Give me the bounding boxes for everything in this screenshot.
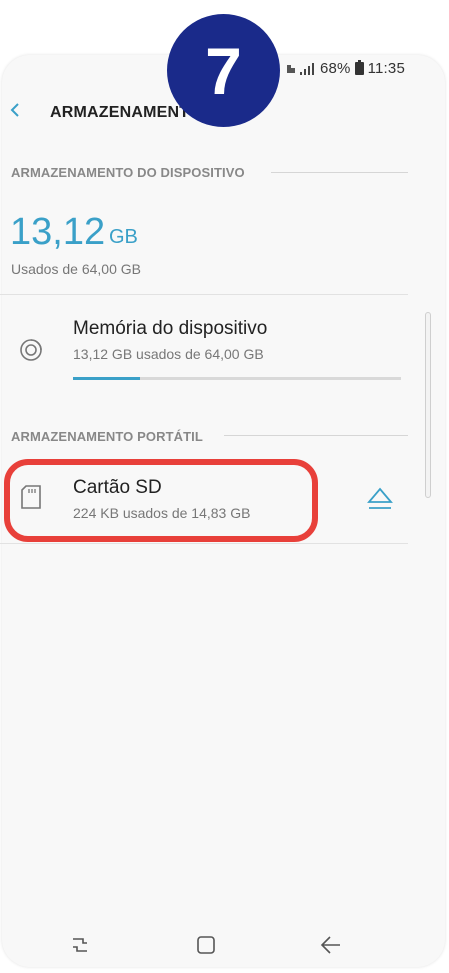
device-memory-progress-fill: [73, 377, 141, 380]
home-icon[interactable]: [196, 935, 216, 955]
status-time: 11:35: [367, 60, 405, 77]
signal-icon: [299, 62, 316, 75]
section-divider: [271, 172, 408, 173]
wifi-call-icon: [286, 64, 295, 73]
used-storage-unit: GB: [109, 226, 138, 248]
used-storage-value: 13,12: [10, 211, 106, 253]
section-header-portable: ARMAZENAMENTO PORTÁTIL: [11, 429, 203, 444]
storage-circle-icon: [20, 339, 42, 361]
battery-icon: [354, 60, 364, 75]
device-memory-progress: [73, 377, 401, 380]
section-divider: [224, 435, 408, 436]
page-title: ARMAZENAMENTO: [50, 104, 202, 121]
section-header-device: ARMAZENAMENTO DO DISPOSITIVO: [11, 165, 245, 180]
navigation-bar: [0, 915, 443, 970]
highlight-annotation: [4, 459, 318, 542]
battery-percent: 68%: [319, 60, 351, 77]
back-arrow-icon[interactable]: [9, 103, 23, 117]
recents-icon[interactable]: [70, 937, 90, 953]
eject-icon[interactable]: [367, 486, 393, 512]
step-badge: 7: [167, 14, 280, 127]
nav-back-icon[interactable]: [320, 935, 342, 955]
scroll-indicator: [425, 312, 431, 498]
divider: [0, 294, 408, 295]
used-storage-total: Usados de 64,00 GB: [11, 261, 141, 277]
status-bar: 68% 11:35: [286, 60, 405, 77]
device-memory-title: Memória do dispositivo: [73, 318, 268, 339]
device-memory-subtitle: 13,12 GB usados de 64,00 GB: [73, 346, 264, 362]
divider: [0, 543, 408, 544]
